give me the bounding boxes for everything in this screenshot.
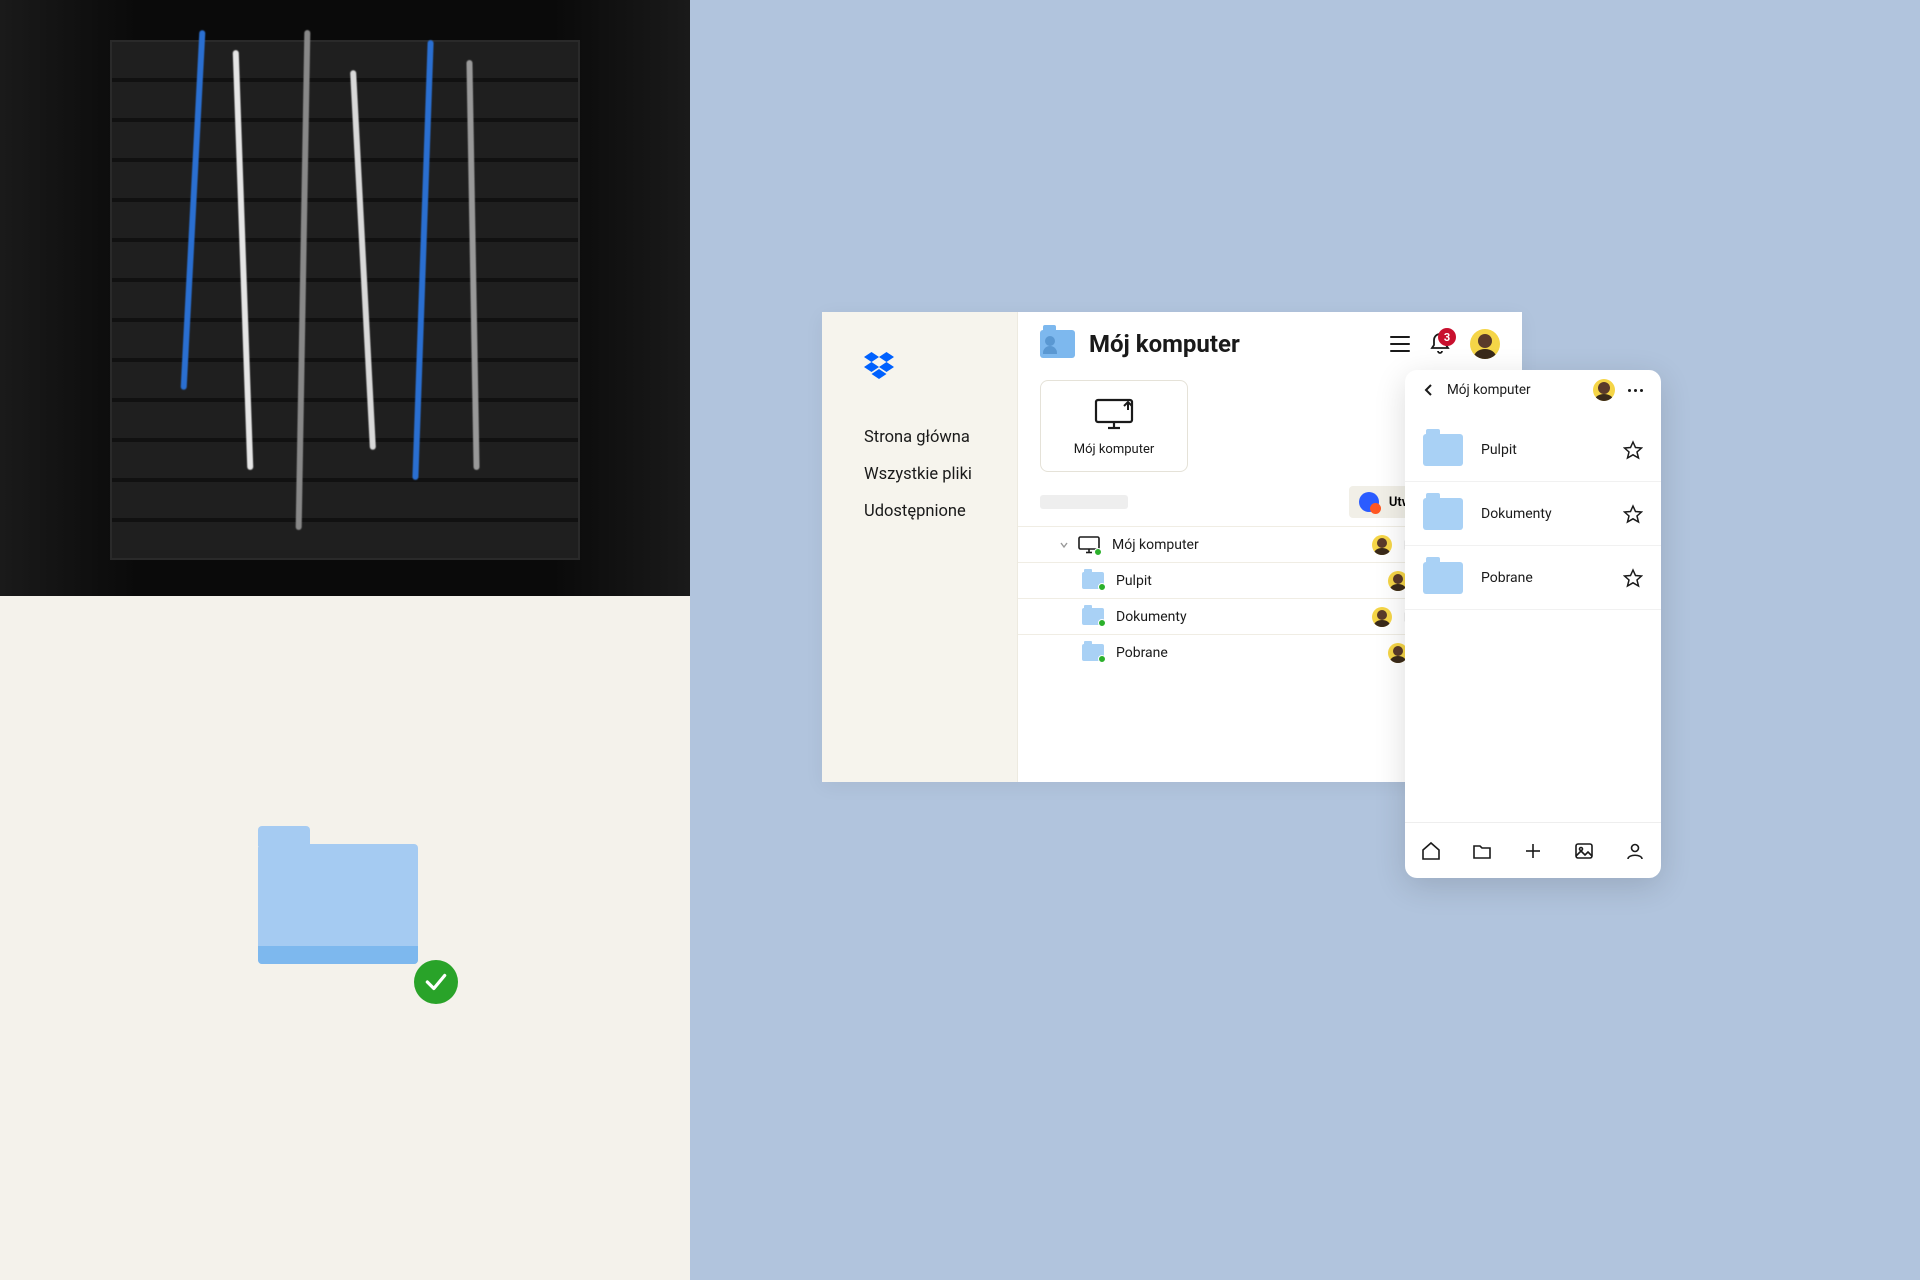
owner-avatar bbox=[1372, 607, 1392, 627]
page-title: Mój komputer bbox=[1089, 330, 1240, 358]
hamburger-icon[interactable] bbox=[1390, 336, 1410, 352]
row-name: Dokumenty bbox=[1116, 609, 1187, 625]
tab-account[interactable] bbox=[1623, 839, 1647, 863]
mobile-tabbar bbox=[1405, 822, 1661, 878]
tab-home[interactable] bbox=[1419, 839, 1443, 863]
row-name: Mój komputer bbox=[1112, 537, 1199, 553]
star-button[interactable] bbox=[1623, 440, 1643, 460]
notification-badge: 3 bbox=[1438, 328, 1456, 346]
nav-all-files[interactable]: Wszystkie pliki bbox=[864, 465, 1017, 484]
computer-icon bbox=[1078, 536, 1100, 554]
mobile-row[interactable]: Pobrane bbox=[1405, 546, 1661, 610]
sidebar: Strona główna Wszystkie pliki Udostępnio… bbox=[822, 312, 1018, 782]
card-label: Mój komputer bbox=[1074, 442, 1155, 457]
folder-icon bbox=[1082, 608, 1104, 625]
dropbox-mobile-panel: Mój komputer Pulpit Dokumenty Pobrane bbox=[1405, 370, 1661, 878]
sync-status-icon bbox=[1098, 619, 1106, 627]
sync-status-icon bbox=[1094, 548, 1102, 556]
folder-icon bbox=[1423, 498, 1463, 530]
folder-icon bbox=[1082, 572, 1104, 589]
skeleton-placeholder bbox=[1040, 495, 1128, 509]
back-button[interactable] bbox=[1421, 382, 1437, 398]
mobile-header: Mój komputer bbox=[1405, 370, 1661, 410]
main-header: Mój komputer 3 bbox=[1018, 312, 1522, 376]
user-avatar[interactable] bbox=[1593, 379, 1615, 401]
sync-status-icon bbox=[1098, 655, 1106, 663]
dropbox-logo-icon[interactable] bbox=[864, 350, 894, 380]
tab-photos[interactable] bbox=[1572, 839, 1596, 863]
server-rack-photo bbox=[0, 0, 690, 596]
row-name: Pulpit bbox=[1116, 573, 1152, 589]
nav-shared[interactable]: Udostępnione bbox=[864, 502, 1017, 521]
folder-icon bbox=[1423, 434, 1463, 466]
mobile-title: Mój komputer bbox=[1447, 382, 1531, 398]
user-avatar[interactable] bbox=[1470, 329, 1500, 359]
row-name: Pulpit bbox=[1481, 442, 1517, 458]
mobile-row[interactable]: Pulpit bbox=[1405, 418, 1661, 482]
chevron-down-icon bbox=[1058, 539, 1070, 551]
folder-icon bbox=[1082, 644, 1104, 661]
nav-home[interactable]: Strona główna bbox=[864, 428, 1017, 447]
check-icon bbox=[414, 960, 458, 1004]
synced-folder-illustration bbox=[258, 824, 448, 994]
folder-shared-icon bbox=[1040, 330, 1075, 358]
mobile-row[interactable]: Dokumenty bbox=[1405, 482, 1661, 546]
tab-add[interactable] bbox=[1521, 839, 1545, 863]
folder-icon bbox=[1423, 562, 1463, 594]
tab-files[interactable] bbox=[1470, 839, 1494, 863]
more-button[interactable] bbox=[1625, 380, 1645, 400]
row-name: Pobrane bbox=[1481, 570, 1533, 586]
owner-avatar bbox=[1372, 535, 1392, 555]
row-name: Dokumenty bbox=[1481, 506, 1552, 522]
star-button[interactable] bbox=[1623, 568, 1643, 588]
create-orb-icon bbox=[1359, 492, 1379, 512]
sync-status-icon bbox=[1098, 583, 1106, 591]
star-button[interactable] bbox=[1623, 504, 1643, 524]
my-computer-card[interactable]: Mój komputer bbox=[1040, 380, 1188, 472]
mobile-list: Pulpit Dokumenty Pobrane bbox=[1405, 410, 1661, 822]
notifications-button[interactable]: 3 bbox=[1428, 332, 1452, 356]
row-name: Pobrane bbox=[1116, 645, 1168, 661]
